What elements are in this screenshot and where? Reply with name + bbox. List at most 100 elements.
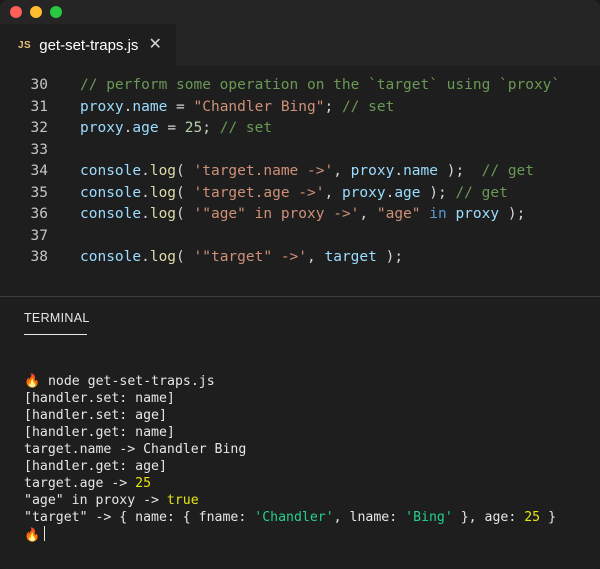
code-line[interactable]: 33 bbox=[0, 140, 600, 161]
code-token: '"age" in proxy ->' bbox=[193, 206, 360, 222]
code-token: proxy bbox=[341, 184, 386, 201]
code-token: = bbox=[158, 120, 185, 136]
code-token: console bbox=[80, 163, 142, 179]
code-text: proxy.age = 25; // set bbox=[80, 118, 272, 139]
code-token: ; bbox=[324, 98, 342, 115]
code-token: log bbox=[149, 206, 177, 222]
tab-bar: JS get-set-traps.js ✕ bbox=[0, 24, 600, 66]
line-number: 37 bbox=[30, 227, 48, 244]
code-token: . bbox=[141, 184, 150, 201]
code-token: 'target.age ->' bbox=[193, 184, 325, 201]
terminal-token: "target" -> { name: { fname: bbox=[24, 510, 255, 525]
code-token: target bbox=[324, 249, 377, 265]
code-line[interactable]: 30 // perform some operation on the `targ… bbox=[0, 75, 600, 96]
code-token: ); bbox=[437, 163, 482, 179]
tab-terminal[interactable]: TERMINAL bbox=[24, 311, 90, 325]
code-token: log bbox=[149, 249, 177, 265]
terminal-prompt-line: 🔥 node get-set-traps.js bbox=[24, 373, 215, 390]
code-token: '"target" ->' bbox=[193, 249, 308, 265]
code-token: ); bbox=[376, 249, 404, 265]
code-editor[interactable]: 30 // perform some operation on the `targ… bbox=[0, 66, 600, 296]
code-token: proxy bbox=[80, 98, 124, 115]
code-text: proxy.name = "Chandler Bing"; // set bbox=[80, 97, 394, 118]
code-token: , bbox=[324, 184, 342, 201]
code-token: ; bbox=[202, 120, 220, 136]
terminal-token: }, age: bbox=[452, 510, 525, 525]
terminal-cursor bbox=[44, 526, 45, 541]
code-token: ( bbox=[176, 184, 194, 201]
terminal-token: true bbox=[166, 493, 199, 508]
code-line[interactable]: 37 bbox=[0, 226, 600, 247]
code-token: ( bbox=[176, 206, 194, 222]
code-token: proxy bbox=[455, 206, 500, 222]
code-line[interactable]: 35 console.log( 'target.age ->', proxy.ag… bbox=[0, 183, 600, 204]
terminal-output-line: "target" -> { name: { fname: 'Chandler',… bbox=[24, 509, 556, 526]
code-line[interactable]: 38 console.log( '"target" ->', target ); bbox=[0, 247, 600, 268]
code-line[interactable]: 36 console.log( '"age" in proxy ->', "age… bbox=[0, 204, 600, 225]
terminal-token: "age" in proxy -> bbox=[24, 493, 167, 508]
code-text: console.log( 'target.name ->', proxy.nam… bbox=[80, 161, 534, 182]
terminal-token: 'Chandler' bbox=[254, 510, 334, 525]
code-token: . bbox=[394, 163, 404, 179]
terminal-output-line: target.name -> Chandler Bing bbox=[24, 441, 246, 458]
active-tab-indicator bbox=[24, 334, 87, 335]
code-token: . bbox=[141, 163, 150, 179]
code-token: log bbox=[149, 184, 177, 201]
terminal-token: 'Bing' bbox=[405, 510, 453, 525]
code-token: age bbox=[394, 184, 421, 201]
line-number: 36 bbox=[30, 206, 48, 222]
terminal-token: } bbox=[540, 510, 557, 525]
editor-window: JS get-set-traps.js ✕ 30 // perform some … bbox=[0, 0, 600, 569]
terminal-token: , lname: bbox=[333, 510, 406, 525]
line-number: 33 bbox=[30, 141, 48, 158]
code-token: ( bbox=[176, 163, 194, 179]
terminal-token: node get-set-traps.js bbox=[40, 374, 215, 389]
code-token: log bbox=[149, 163, 177, 179]
terminal-output-line: [handler.set: age] bbox=[24, 407, 167, 424]
code-token: ); bbox=[420, 184, 456, 201]
tab-get-set-traps[interactable]: JS get-set-traps.js ✕ bbox=[0, 24, 176, 66]
code-token: // set bbox=[341, 98, 395, 115]
fire-icon: 🔥 bbox=[24, 528, 41, 543]
code-line[interactable]: 32 proxy.age = 25; // set bbox=[0, 118, 600, 139]
code-token: , bbox=[333, 163, 351, 179]
code-line[interactable]: 31 proxy.name = "Chandler Bing"; // set bbox=[0, 97, 600, 118]
code-line[interactable]: 34 console.log( 'target.name ->', proxy.n… bbox=[0, 161, 600, 182]
terminal-token: 25 bbox=[524, 510, 541, 525]
terminal-output-line: [handler.get: name] bbox=[24, 424, 175, 441]
code-token: // get bbox=[481, 163, 535, 179]
maximize-window-button[interactable] bbox=[50, 6, 62, 18]
code-token: console bbox=[80, 249, 142, 265]
title-bar bbox=[0, 0, 600, 24]
javascript-file-icon: JS bbox=[18, 39, 32, 51]
code-token: . bbox=[141, 206, 150, 222]
code-text: console.log( 'target.age ->', proxy.age … bbox=[80, 183, 508, 204]
close-window-button[interactable] bbox=[10, 6, 22, 18]
line-number: 38 bbox=[30, 249, 48, 265]
code-token: 'target.name ->' bbox=[193, 163, 334, 179]
close-tab-icon[interactable]: ✕ bbox=[148, 37, 161, 53]
code-token: 25 bbox=[184, 120, 203, 136]
terminal-output-line: [handler.set: name] bbox=[24, 390, 175, 407]
line-number: 34 bbox=[30, 163, 48, 179]
code-token: name bbox=[403, 163, 438, 179]
code-text: // perform some operation on the `target… bbox=[80, 75, 560, 96]
line-number: 35 bbox=[30, 184, 48, 201]
code-token: "Chandler Bing" bbox=[193, 98, 325, 115]
code-token: // perform some operation on the `target… bbox=[80, 77, 561, 93]
terminal-output-line: target.age -> 25 bbox=[24, 475, 151, 492]
code-token: age bbox=[132, 120, 159, 136]
code-token: console bbox=[80, 184, 142, 201]
terminal-output-line: [handler.get: age] bbox=[24, 458, 167, 475]
code-token: proxy bbox=[80, 120, 124, 136]
fire-icon: 🔥 bbox=[24, 374, 41, 389]
line-number: 31 bbox=[30, 98, 48, 115]
terminal-token: [handler.set: name] bbox=[24, 391, 175, 406]
code-token: , bbox=[307, 249, 325, 265]
terminal-panel[interactable]: TERMINAL 🔥 node get-set-traps.js [handler… bbox=[0, 297, 600, 569]
tab-label: get-set-traps.js bbox=[39, 36, 139, 54]
code-token: // set bbox=[219, 120, 273, 136]
minimize-window-button[interactable] bbox=[30, 6, 42, 18]
code-token: name bbox=[132, 98, 168, 115]
